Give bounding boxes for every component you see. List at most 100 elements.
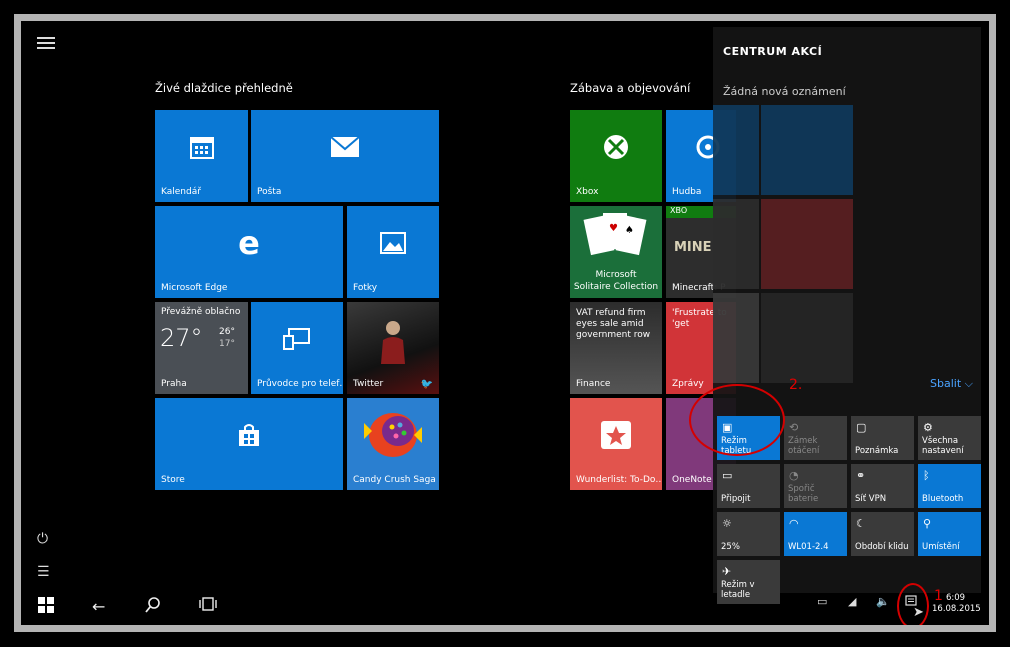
airplane-icon: ✈ bbox=[722, 565, 732, 578]
blurred-tile bbox=[713, 199, 759, 289]
tile-label: Store bbox=[161, 475, 185, 485]
weather-condition: Převážně oblačno bbox=[161, 307, 241, 317]
search-icon[interactable] bbox=[145, 597, 161, 617]
photos-icon bbox=[380, 232, 406, 254]
blurred-tile bbox=[713, 293, 759, 383]
power-icon[interactable]: ⏻ bbox=[37, 531, 48, 547]
settings-icon: ⚙ bbox=[923, 421, 933, 434]
store-icon bbox=[239, 424, 259, 446]
quick-action-brightness[interactable]: ☼ 25% bbox=[717, 512, 780, 556]
tile-kalendar[interactable]: Kalendář bbox=[155, 110, 248, 202]
note-icon: ▢ bbox=[856, 421, 867, 434]
tile-label: Wunderlist: To-Do… bbox=[576, 475, 662, 485]
rotation-lock-icon: ⟲ bbox=[789, 421, 799, 434]
tile-fotky[interactable]: Fotky bbox=[347, 206, 439, 298]
blurred-tile bbox=[761, 199, 853, 289]
twitter-photo-icon bbox=[381, 321, 405, 364]
network-icon[interactable]: ◢ bbox=[848, 595, 856, 608]
annotation-circle-tablet-mode bbox=[689, 384, 785, 456]
wifi-icon: ◠ bbox=[789, 517, 799, 530]
volume-icon[interactable]: 🔈 bbox=[876, 595, 890, 608]
xbox-icon bbox=[604, 135, 628, 159]
tile-candy-crush[interactable]: Candy Crush Saga bbox=[347, 398, 439, 490]
task-view-icon[interactable] bbox=[199, 597, 217, 615]
tile-label: Xbox bbox=[576, 187, 599, 197]
finance-headline: VAT refund firm eyes sale amid governmen… bbox=[576, 308, 651, 340]
quick-action-quiet-hours[interactable]: ☾ Období klidu bbox=[851, 512, 914, 556]
quick-action-note[interactable]: ▢ Poznámka bbox=[851, 416, 914, 460]
quick-action-label: WL01-2.4 bbox=[788, 542, 829, 552]
back-arrow-icon[interactable]: ← bbox=[92, 597, 105, 616]
blurred-tile bbox=[761, 105, 853, 195]
tile-label: Microsoft Edge bbox=[161, 283, 228, 293]
edge-icon: e bbox=[238, 224, 260, 262]
quick-action-label: Umístění bbox=[922, 542, 960, 552]
quick-action-vpn[interactable]: ⚭ Síť VPN bbox=[851, 464, 914, 508]
tile-label: Twitter bbox=[353, 379, 384, 389]
quick-action-label: Všechna nastavení bbox=[922, 436, 964, 456]
battery-icon[interactable]: ▭ bbox=[817, 595, 827, 608]
desktop-screen: Živé dlaždice přehledně Zábava a objevov… bbox=[21, 21, 989, 625]
tile-pruvodce[interactable]: Průvodce pro telef… bbox=[251, 302, 343, 394]
collapse-link[interactable]: Sbalit ⌵ bbox=[930, 377, 973, 391]
tile-group-title-entertainment: Zábava a objevování bbox=[570, 81, 691, 95]
svg-text:♠: ♠ bbox=[625, 225, 634, 236]
battery-saver-icon: ◔ bbox=[789, 469, 799, 482]
tile-weather[interactable]: Převážně oblačno 27° 26° 17° Praha bbox=[155, 302, 248, 394]
quick-action-label: Bluetooth bbox=[922, 494, 964, 504]
playing-cards-icon: ♥ ♠ bbox=[583, 213, 647, 256]
all-apps-icon[interactable]: ☰ bbox=[37, 564, 50, 580]
tile-edge[interactable]: e Microsoft Edge bbox=[155, 206, 343, 298]
mouse-cursor-icon: ➤ bbox=[913, 605, 924, 620]
connect-icon: ▭ bbox=[722, 469, 733, 482]
svg-text:♥: ♥ bbox=[609, 223, 618, 234]
wunderlist-star-icon bbox=[601, 421, 631, 449]
tile-group-title-live: Živé dlaždice přehledně bbox=[155, 81, 293, 95]
candy-icon bbox=[364, 413, 422, 457]
weather-low: 17° bbox=[219, 339, 235, 349]
tile-label: Průvodce pro telef… bbox=[257, 379, 343, 389]
tile-label: Hudba bbox=[672, 187, 702, 197]
tile-wunderlist[interactable]: Wunderlist: To-Do… bbox=[570, 398, 662, 490]
twitter-bird-icon: 🐦 bbox=[420, 379, 433, 390]
annotation-marker-2: 2. bbox=[789, 377, 803, 393]
hamburger-menu-icon[interactable] bbox=[37, 37, 55, 49]
quick-action-label: Zámek otáčení bbox=[788, 436, 820, 456]
clock-time: 6:09 bbox=[946, 593, 966, 603]
tile-store[interactable]: Store bbox=[155, 398, 343, 490]
start-windows-icon[interactable] bbox=[38, 597, 54, 617]
tile-label: Fotky bbox=[353, 283, 378, 293]
quick-action-rotation-lock[interactable]: ⟲ Zámek otáčení bbox=[784, 416, 847, 460]
tile-solitaire[interactable]: ♥ ♠ Microsoft Solitaire Collection bbox=[570, 206, 662, 298]
quick-action-bluetooth[interactable]: ᛒ Bluetooth bbox=[918, 464, 981, 508]
quick-action-label: Poznámka bbox=[855, 446, 899, 456]
tile-label: OneNote bbox=[672, 475, 712, 485]
clock-date: 16.08.2015 bbox=[932, 604, 981, 614]
quick-action-battery-saver[interactable]: ◔ Spořič baterie bbox=[784, 464, 847, 508]
minecraft-logo-icon: MINE bbox=[674, 240, 712, 255]
quick-action-settings[interactable]: ⚙ Všechna nastavení bbox=[918, 416, 981, 460]
quick-action-airplane[interactable]: ✈ Režim v letadle bbox=[717, 560, 780, 604]
action-center-panel: CENTRUM AKCÍ Žádná nová oznámení Sbalit … bbox=[713, 27, 981, 604]
vpn-icon: ⚭ bbox=[856, 469, 866, 482]
bluetooth-icon: ᛒ bbox=[923, 469, 930, 482]
quick-action-connect[interactable]: ▭ Připojit bbox=[717, 464, 780, 508]
tile-finance[interactable]: VAT refund firm eyes sale amid governmen… bbox=[570, 302, 662, 394]
taskbar-clock[interactable]: 6:09 16.08.2015 bbox=[932, 593, 981, 615]
quick-action-label: Síť VPN bbox=[855, 494, 887, 504]
chevron-down-icon: ⌵ bbox=[964, 377, 973, 390]
blurred-tile bbox=[761, 293, 853, 383]
phone-companion-icon bbox=[283, 328, 310, 350]
quick-action-label: Připojit bbox=[721, 494, 751, 504]
calendar-icon bbox=[189, 137, 214, 159]
tile-xbox[interactable]: Xbox bbox=[570, 110, 662, 202]
mail-icon bbox=[330, 136, 360, 157]
blurred-tile bbox=[713, 105, 759, 195]
tile-posta[interactable]: Pošta bbox=[251, 110, 439, 202]
quick-action-location[interactable]: ⚲ Umístění bbox=[918, 512, 981, 556]
no-notifications-text: Žádná nová oznámení bbox=[723, 85, 846, 98]
tile-label: Zprávy bbox=[672, 379, 704, 389]
quick-action-wifi[interactable]: ◠ WL01-2.4 bbox=[784, 512, 847, 556]
quick-action-label: Spořič baterie bbox=[788, 484, 819, 504]
tile-twitter[interactable]: Twitter 🐦 bbox=[347, 302, 439, 394]
